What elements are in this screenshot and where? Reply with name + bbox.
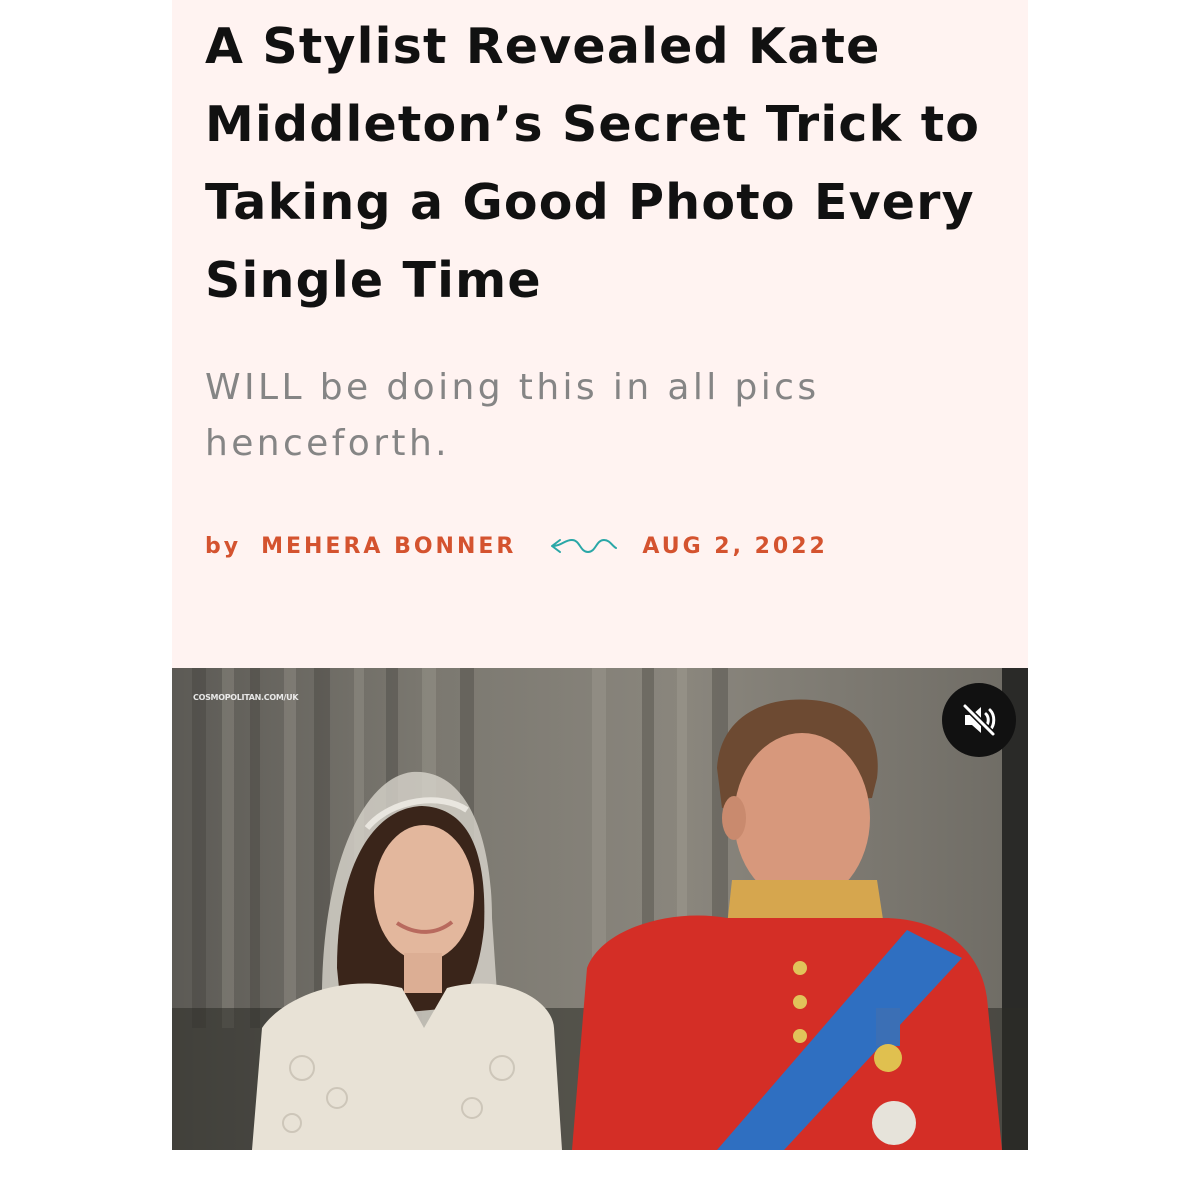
squiggle-icon	[550, 536, 618, 556]
byline: by MEHERA BONNER AUG 2, 2022	[205, 526, 828, 566]
mute-toggle-button[interactable]	[942, 683, 1016, 757]
article-dek: WILL be doing this in all pics hencefort…	[205, 367, 820, 464]
publish-date: AUG 2, 2022	[642, 533, 828, 559]
video-watermark: COSMOPOLITAN.COM/UK	[193, 693, 299, 702]
author-name-link[interactable]: MEHERA BONNER	[261, 534, 516, 559]
byline-prefix: by	[205, 533, 242, 559]
video-frame	[172, 668, 1028, 1150]
article-headline: A Stylist Revealed Kate Middleton’s Secr…	[205, 18, 981, 309]
video-player[interactable]: COSMOPOLITAN.COM/UK	[172, 668, 1028, 1150]
speaker-muted-icon	[962, 703, 996, 737]
